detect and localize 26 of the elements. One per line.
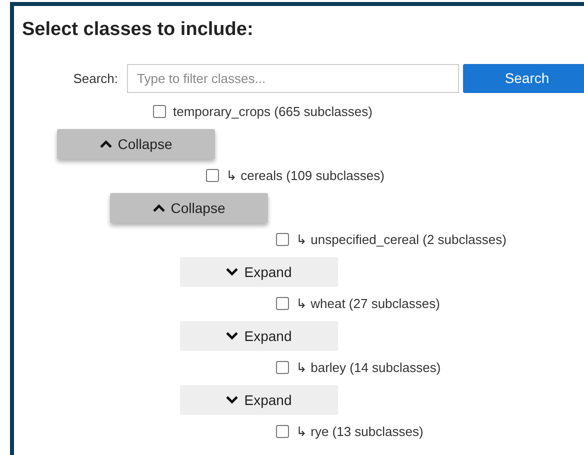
expand-button[interactable]: Expand xyxy=(180,257,338,287)
expand-button[interactable]: Expand xyxy=(180,321,338,351)
checkbox[interactable] xyxy=(206,169,219,182)
checkbox[interactable] xyxy=(276,297,289,310)
class-label: temporary_crops (665 subclasses) xyxy=(173,102,372,121)
checkbox[interactable] xyxy=(276,361,289,374)
search-label: Search: xyxy=(72,70,118,88)
checkbox[interactable] xyxy=(153,105,166,118)
class-label: ↳ rye (13 subclasses) xyxy=(296,422,424,441)
chevron-down-icon xyxy=(226,396,238,404)
expand-button[interactable]: Expand xyxy=(180,385,338,415)
checkbox[interactable] xyxy=(276,425,289,438)
search-field[interactable]: Type to filter classes... xyxy=(127,64,459,93)
section-title: Select classes to include: xyxy=(22,18,254,42)
search-button[interactable]: Search xyxy=(463,64,584,93)
class-label: ↳ unspecified_cereal (2 subclasses) xyxy=(296,230,506,249)
chevron-down-icon xyxy=(226,268,238,276)
collapse-button[interactable]: Collapse xyxy=(57,129,215,159)
class-label: ↳ barley (14 subclasses) xyxy=(296,358,441,377)
chevron-down-icon xyxy=(226,332,238,340)
chevron-up-icon xyxy=(100,140,112,148)
chevron-up-icon xyxy=(152,204,165,212)
class-label: ↳ cereals (109 subclasses) xyxy=(226,166,384,185)
class-label: ↳ wheat (27 subclasses) xyxy=(296,294,440,313)
collapse-button[interactable]: Collapse xyxy=(110,193,268,223)
checkbox[interactable] xyxy=(276,233,289,246)
